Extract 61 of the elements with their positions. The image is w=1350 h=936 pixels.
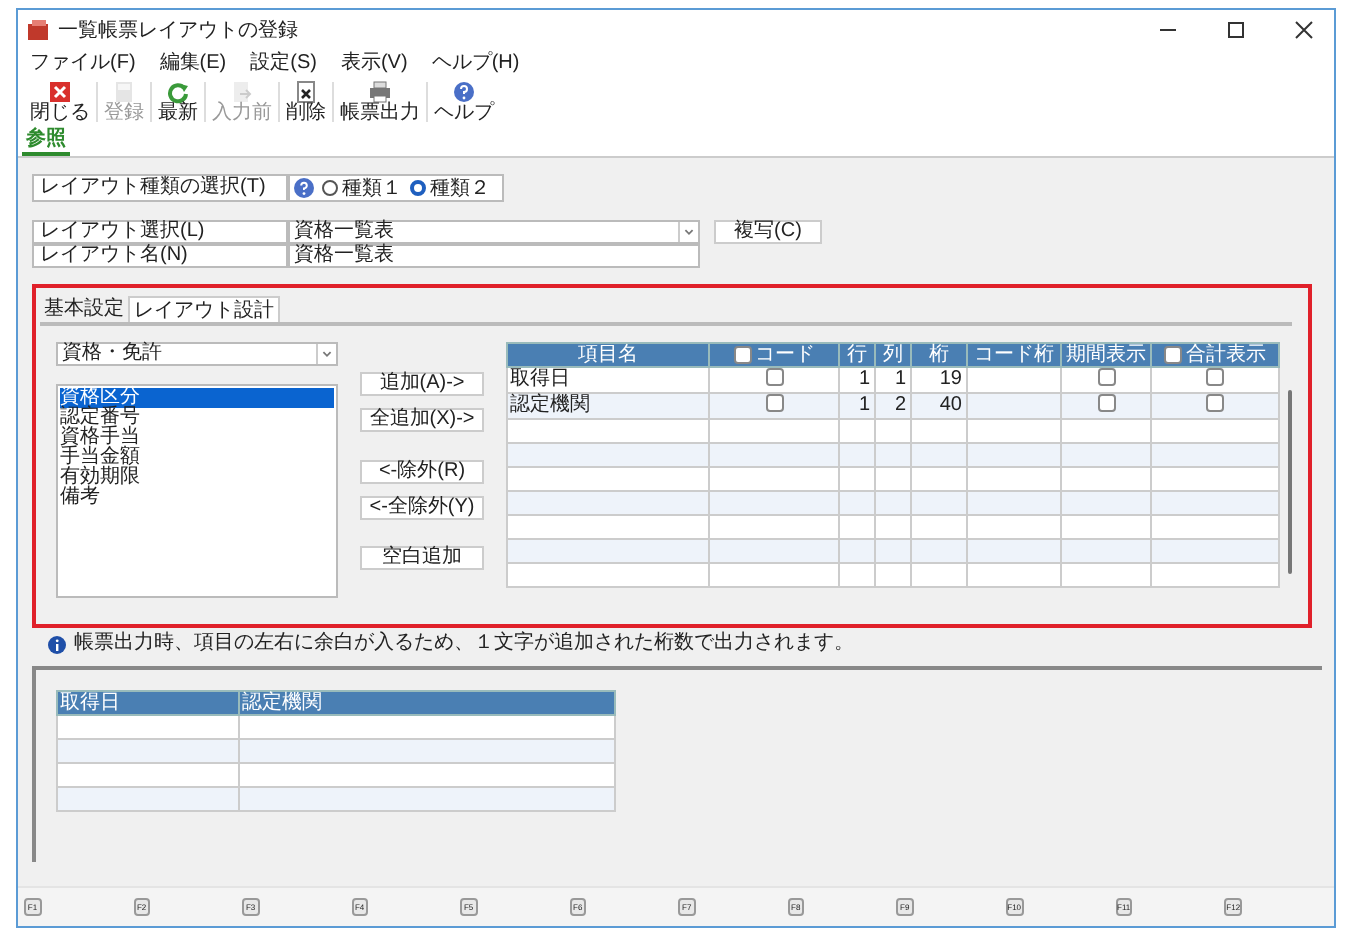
menu-item[interactable]: 表示(V): [340, 54, 408, 74]
input-field[interactable]: 資格一覧表: [288, 244, 700, 268]
action-button[interactable]: 全追加(X)->: [360, 408, 484, 432]
close-icon: [1294, 20, 1314, 40]
toolbar-button[interactable]: 削除: [280, 78, 332, 126]
column-header[interactable]: コード桁: [967, 343, 1061, 367]
menu-item[interactable]: 設定(S): [250, 54, 317, 74]
checkbox[interactable]: [1206, 368, 1224, 386]
list-item[interactable]: 備考: [60, 488, 334, 508]
field-label: レイアウト名(N): [32, 244, 288, 268]
caret-icon: [316, 344, 336, 364]
app-icon: [26, 18, 50, 42]
dropdown[interactable]: 資格一覧表: [288, 220, 700, 244]
info-icon: [48, 635, 66, 653]
header-checkbox[interactable]: [733, 346, 751, 364]
tab[interactable]: レイアウト設計: [128, 296, 280, 322]
field-label: レイアウト種類の選択(T): [32, 174, 288, 202]
column-header[interactable]: 合計表示: [1151, 343, 1279, 367]
caret-icon: [678, 222, 698, 242]
action-button[interactable]: 追加(A)->: [360, 372, 484, 396]
radio-button[interactable]: 種類２: [410, 173, 490, 203]
tab[interactable]: 基本設定: [40, 296, 128, 322]
toolbar-button[interactable]: 閉じる: [24, 78, 96, 126]
menu-item[interactable]: ヘルプ(H): [431, 54, 520, 74]
field-label: レイアウト選択(L): [32, 220, 288, 244]
view-tab[interactable]: 参照: [22, 126, 70, 156]
toolbar-button[interactable]: 最新: [152, 78, 204, 126]
list-item[interactable]: 認定番号: [60, 408, 334, 428]
action-button[interactable]: <-全除外(Y): [360, 496, 484, 520]
list-item[interactable]: 資格手当: [60, 428, 334, 448]
document-icon: [112, 80, 136, 104]
menu-item[interactable]: ファイル(F): [30, 54, 136, 74]
column-header[interactable]: 行: [839, 343, 875, 367]
list-item[interactable]: 有効期限: [60, 468, 334, 488]
scrollbar[interactable]: [1288, 390, 1292, 574]
radio-button[interactable]: 種類１: [322, 173, 402, 203]
column-header[interactable]: コード: [709, 343, 839, 367]
column-header: 取得日: [57, 691, 239, 715]
checkbox[interactable]: [1097, 394, 1115, 412]
copy-button[interactable]: 複写(C): [714, 220, 822, 244]
checkbox[interactable]: [765, 394, 783, 412]
column-header[interactable]: 期間表示: [1061, 343, 1151, 367]
window-title: 一覧帳票レイアウトの登録: [58, 17, 300, 45]
maximize-icon: [1226, 20, 1246, 40]
toolbar-button[interactable]: ヘルプ: [428, 78, 500, 126]
menu-item[interactable]: 編集(E): [159, 54, 227, 74]
action-button[interactable]: <-除外(R): [360, 460, 484, 484]
checkbox[interactable]: [1206, 394, 1224, 412]
checkbox[interactable]: [1097, 368, 1115, 386]
column-header[interactable]: 列: [875, 343, 911, 367]
column-header[interactable]: 項目名: [507, 343, 709, 367]
toolbar-button[interactable]: 帳票出力: [334, 78, 426, 126]
column-header[interactable]: 桁: [911, 343, 967, 367]
info-note: 帳票出力時、項目の左右に余白が入るため、１文字が追加された桁数で出力されます。: [74, 634, 854, 654]
action-button[interactable]: 空白追加: [360, 546, 484, 570]
dropdown[interactable]: 資格・免許: [56, 342, 338, 366]
column-header: 認定機関: [239, 691, 615, 715]
list-item[interactable]: 手当金額: [60, 448, 334, 468]
checkbox[interactable]: [765, 368, 783, 386]
header-checkbox[interactable]: [1164, 346, 1182, 364]
refresh-icon: [166, 80, 190, 104]
